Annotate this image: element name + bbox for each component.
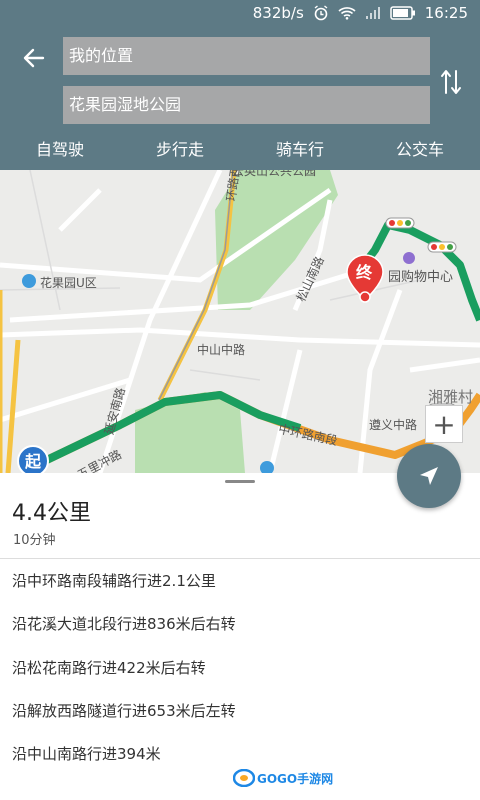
destination-input[interactable]: 花果园湿地公园 bbox=[63, 86, 430, 124]
watermark-text: GOGO手游网 bbox=[257, 771, 334, 786]
route-step: 沿花溪大道北段行进836米后右转 bbox=[12, 615, 236, 633]
alarm-icon bbox=[313, 5, 329, 21]
tab-drive[interactable]: 自驾驶 bbox=[0, 130, 120, 170]
map-view[interactable]: 云英山公共公园 环路西段 花果园U区 松山南路 园购物中心 中山中路 延安南路 … bbox=[0, 170, 480, 473]
network-speed: 832b/s bbox=[252, 4, 304, 22]
route-header: 我的位置 花果园湿地公园 自驾驶 步行走 骑车行 公交车 bbox=[0, 26, 480, 170]
route-step: 沿中山南路行进394米 bbox=[12, 745, 161, 763]
clock: 16:25 bbox=[424, 4, 468, 22]
signal-icon bbox=[365, 6, 381, 20]
route-duration: 10分钟 bbox=[13, 533, 56, 548]
map-label-mall: 园购物中心 bbox=[388, 270, 454, 285]
route-step: 沿松花南路行进422米后右转 bbox=[12, 659, 206, 677]
tab-walk[interactable]: 步行走 bbox=[120, 130, 240, 170]
origin-input[interactable]: 我的位置 bbox=[63, 37, 430, 75]
traffic-light-icon bbox=[385, 217, 415, 229]
map-label-top: 云英山公共公园 bbox=[232, 170, 317, 178]
watermark-logo-icon bbox=[233, 769, 255, 787]
map-label-huaguoyuan-u: 花果园U区 bbox=[40, 276, 97, 290]
route-panel: 4.4公里 10分钟 沿中环路南段辅路行进2.1公里 沿花溪大道北段行进836米… bbox=[0, 473, 480, 800]
swap-button[interactable] bbox=[436, 65, 466, 99]
tab-bike[interactable]: 骑车行 bbox=[240, 130, 360, 170]
map-label-xiangya: 湘雅村 bbox=[428, 388, 474, 406]
travel-mode-tabs: 自驾驶 步行走 骑车行 公交车 bbox=[0, 130, 480, 170]
divider bbox=[0, 558, 480, 559]
end-marker-label: 终 bbox=[356, 263, 373, 282]
plus-icon: + bbox=[432, 407, 456, 441]
map-label-zunyi: 遵义中路 bbox=[369, 418, 418, 432]
back-button[interactable] bbox=[18, 42, 50, 74]
map-label-zhongshan: 中山中路 bbox=[197, 343, 246, 357]
battery-icon bbox=[390, 6, 416, 20]
route-distance: 4.4公里 bbox=[12, 501, 91, 526]
zoom-in-button[interactable]: + bbox=[425, 405, 463, 443]
start-marker[interactable]: 起 bbox=[17, 445, 49, 473]
arrow-left-icon bbox=[23, 48, 45, 68]
status-bar: 832b/s 16:25 bbox=[0, 0, 480, 26]
wifi-icon bbox=[338, 6, 356, 20]
watermark: GOGO手游网 bbox=[233, 769, 333, 787]
route-step: 沿解放西路隧道行进653米后左转 bbox=[12, 702, 236, 720]
route-step: 沿中环路南段辅路行进2.1公里 bbox=[12, 572, 216, 590]
locate-button[interactable] bbox=[397, 444, 461, 508]
swap-icon bbox=[441, 70, 461, 94]
tab-bus[interactable]: 公交车 bbox=[360, 130, 480, 170]
poi-icon bbox=[22, 274, 36, 288]
navigation-arrow-icon bbox=[420, 467, 438, 485]
drag-handle[interactable] bbox=[225, 480, 255, 483]
